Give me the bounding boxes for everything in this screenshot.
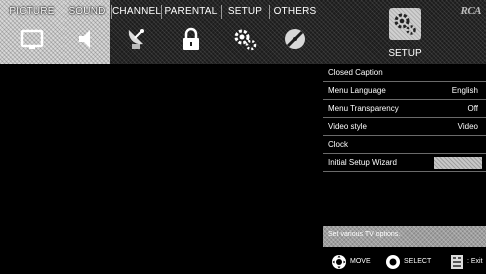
gears-icon bbox=[394, 13, 416, 35]
tab-channel[interactable]: CHANNEL bbox=[112, 0, 162, 64]
tab-picture-label: PICTURE bbox=[9, 6, 55, 17]
remote-exit-icon bbox=[451, 255, 463, 269]
help-text: Set various TV options. bbox=[328, 231, 401, 238]
help-box: Set various TV options. bbox=[323, 226, 486, 247]
tab-others[interactable]: OTHERS bbox=[270, 0, 320, 64]
tab-others-label: OTHERS bbox=[273, 6, 317, 17]
dpad-icon bbox=[332, 255, 346, 269]
menu-item-initial-setup-wizard[interactable]: Initial Setup Wizard bbox=[323, 154, 486, 172]
menu-item-label: Menu Transparency bbox=[328, 104, 399, 113]
brand-logo: RCA bbox=[460, 5, 481, 17]
menu-item-label: Menu Language bbox=[328, 86, 386, 95]
tv-icon bbox=[20, 29, 44, 49]
ok-button-icon bbox=[386, 255, 400, 269]
menu-item-label: Closed Caption bbox=[328, 68, 383, 77]
exit-label: : Exit bbox=[467, 258, 483, 265]
menu-item-menu-transparency[interactable]: Menu Transparency Off bbox=[323, 100, 486, 118]
tab-parental-label: PARENTAL bbox=[164, 6, 218, 17]
select-label: SELECT bbox=[404, 258, 432, 265]
tab-setup-label: SETUP bbox=[227, 6, 263, 17]
gears-icon bbox=[234, 29, 257, 51]
tab-channel-label: CHANNEL bbox=[112, 6, 162, 17]
menu-item-value: English bbox=[451, 86, 478, 95]
tab-sound-label: SOUND bbox=[68, 6, 106, 17]
menu-item-menu-language[interactable]: Menu Language English bbox=[323, 82, 486, 100]
active-section-title: SETUP bbox=[388, 48, 422, 59]
menu-item-video-style[interactable]: Video style Video bbox=[323, 118, 486, 136]
move-hint: MOVE bbox=[331, 254, 375, 270]
disc-icon bbox=[285, 29, 305, 49]
tab-setup[interactable]: SETUP bbox=[222, 0, 268, 64]
menu-item-clock[interactable]: Clock bbox=[323, 136, 486, 154]
move-label: MOVE bbox=[350, 258, 371, 265]
active-section-badge: SETUP bbox=[373, 8, 453, 64]
tab-sound[interactable]: SOUND bbox=[64, 0, 110, 64]
menu-item-label: Video style bbox=[328, 122, 367, 131]
satellite-dish-icon bbox=[128, 29, 144, 49]
active-section-icon-frame bbox=[389, 8, 421, 40]
menu-item-value: Off bbox=[467, 104, 478, 113]
menu-item-label: Clock bbox=[328, 140, 349, 149]
tab-picture[interactable]: PICTURE bbox=[0, 0, 64, 64]
exit-hint: : Exit bbox=[449, 254, 485, 270]
menu-item-value: Video bbox=[457, 122, 478, 131]
tab-parental[interactable]: PARENTAL bbox=[162, 0, 220, 64]
menu-item-label: Initial Setup Wizard bbox=[328, 158, 397, 167]
footer-hints: MOVE SELECT : Exit bbox=[323, 250, 486, 274]
padlock-icon bbox=[183, 27, 199, 50]
setup-menu-panel: Closed Caption Menu Language English Men… bbox=[323, 64, 486, 248]
selected-action-button[interactable] bbox=[434, 157, 482, 169]
select-hint: SELECT bbox=[385, 254, 439, 270]
speaker-icon bbox=[79, 30, 90, 48]
menu-item-closed-caption[interactable]: Closed Caption bbox=[323, 64, 486, 82]
top-menu-bar: PICTURE SOUND CHANNEL PARENTAL SETUP OTH… bbox=[0, 0, 486, 64]
tv-screen: PICTURE SOUND CHANNEL PARENTAL SETUP OTH… bbox=[0, 0, 486, 274]
